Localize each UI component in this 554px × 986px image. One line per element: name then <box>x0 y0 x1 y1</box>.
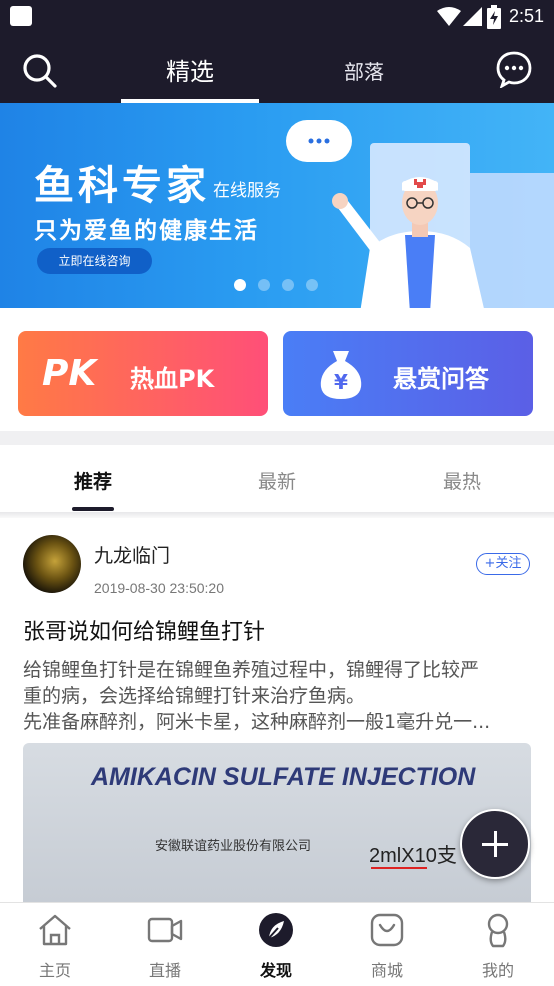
avatar[interactable] <box>23 535 81 593</box>
post-excerpt-line: 重的病，会选择给锦鲤打针来治疗鱼病。 <box>23 685 366 707</box>
pk-logo-icon: PK <box>42 353 97 394</box>
banner-title: 鱼科专家 <box>34 163 210 209</box>
tab-profile-label: 我的 <box>481 961 514 980</box>
post-excerpt-line: 给锦鲤鱼打针是在锦鲤鱼养殖过程中，锦鲤得了比较严 <box>23 659 480 681</box>
post-title[interactable]: 张哥说如何给锦鲤鱼打针 <box>23 614 265 646</box>
tab-live[interactable]: 直播 <box>110 903 220 986</box>
bounty-qa-button[interactable]: ¥ 悬赏问答 <box>283 331 533 416</box>
section-divider <box>0 431 554 445</box>
image-underline <box>371 867 427 869</box>
shopping-bag-icon <box>370 913 404 947</box>
money-bag-icon: ¥ <box>320 351 362 399</box>
bottom-tab-bar: 主页 直播 发现 商城 我的 <box>0 902 554 986</box>
promo-banner[interactable]: 鱼科专家 在线服务 只为爱鱼的健康生活 立即在线咨询 <box>0 103 554 308</box>
search-icon[interactable] <box>20 51 60 91</box>
tab-profile[interactable]: 我的 <box>443 903 553 986</box>
doctor-illustration <box>332 177 484 308</box>
post-author[interactable]: 九龙临门 <box>94 541 170 568</box>
post-image[interactable]: AMIKACIN SULFATE INJECTION 安徽联谊药业股份有限公司 … <box>23 743 531 913</box>
tab-latest[interactable]: 最新 <box>217 467 337 494</box>
app-notification-icon <box>10 6 32 26</box>
carousel-dot[interactable] <box>258 279 270 291</box>
carousel-dot-active[interactable] <box>234 279 246 291</box>
pk-battle-button[interactable]: PK 热血PK <box>18 331 268 416</box>
top-nav: 精选 部落 <box>0 34 554 103</box>
status-time: 2:51 <box>509 6 545 26</box>
home-icon <box>39 914 71 946</box>
tab-recommended[interactable]: 推荐 <box>33 467 153 494</box>
post-timestamp: 2019-08-30 23:50:20 <box>94 580 224 596</box>
feed-tabs: 推荐 最新 最热 <box>0 445 554 512</box>
consult-online-button[interactable]: 立即在线咨询 <box>37 248 152 274</box>
svg-text:¥: ¥ <box>334 370 348 394</box>
battery-charging-icon <box>487 5 501 29</box>
tab-mall-label: 商城 <box>370 961 403 980</box>
post-excerpt-line: 先准备麻醉剂，阿米卡星，这种麻醉剂一般1毫升兑一... <box>23 711 491 733</box>
video-camera-icon <box>147 917 183 943</box>
tab-home[interactable]: 主页 <box>0 903 110 986</box>
add-post-button[interactable] <box>460 809 530 879</box>
tab-discover[interactable]: 发现 <box>221 903 331 986</box>
pk-battle-label: 热血PK <box>130 365 215 393</box>
tab-featured[interactable]: 精选 <box>121 52 259 87</box>
tab-discover-label: 发现 <box>259 961 292 980</box>
compass-icon <box>259 913 293 947</box>
banner-title-suffix: 在线服务 <box>213 181 281 201</box>
message-icon[interactable] <box>495 50 533 88</box>
tab-mall[interactable]: 商城 <box>332 903 442 986</box>
image-company-text: 安徽联谊药业股份有限公司 <box>155 839 312 854</box>
status-bar: 2:51 <box>0 0 554 34</box>
feed-tab-underline <box>72 507 114 511</box>
tabs-shadow <box>0 512 554 518</box>
carousel-dot[interactable] <box>282 279 294 291</box>
banner-subtitle: 只为爱鱼的健康生活 <box>34 218 259 244</box>
tab-tribe[interactable]: 部落 <box>300 56 428 85</box>
profile-icon <box>487 913 509 948</box>
wifi-icon <box>437 7 461 26</box>
cell-signal-icon <box>463 7 482 26</box>
image-heading-text: AMIKACIN SULFATE INJECTION <box>91 763 476 791</box>
bounty-qa-label: 悬赏问答 <box>393 365 489 393</box>
tab-live-label: 直播 <box>148 961 181 980</box>
carousel-dot[interactable] <box>306 279 318 291</box>
tab-home-label: 主页 <box>38 961 71 980</box>
tab-hottest[interactable]: 最热 <box>402 467 522 494</box>
post-excerpt[interactable]: 给锦鲤鱼打针是在锦鲤鱼养殖过程中，锦鲤得了比较严 重的病，会选择给锦鲤打针来治疗… <box>23 657 533 735</box>
follow-button[interactable]: +关注 <box>476 553 530 575</box>
image-dose-text: 2mlX10支 <box>369 845 457 867</box>
